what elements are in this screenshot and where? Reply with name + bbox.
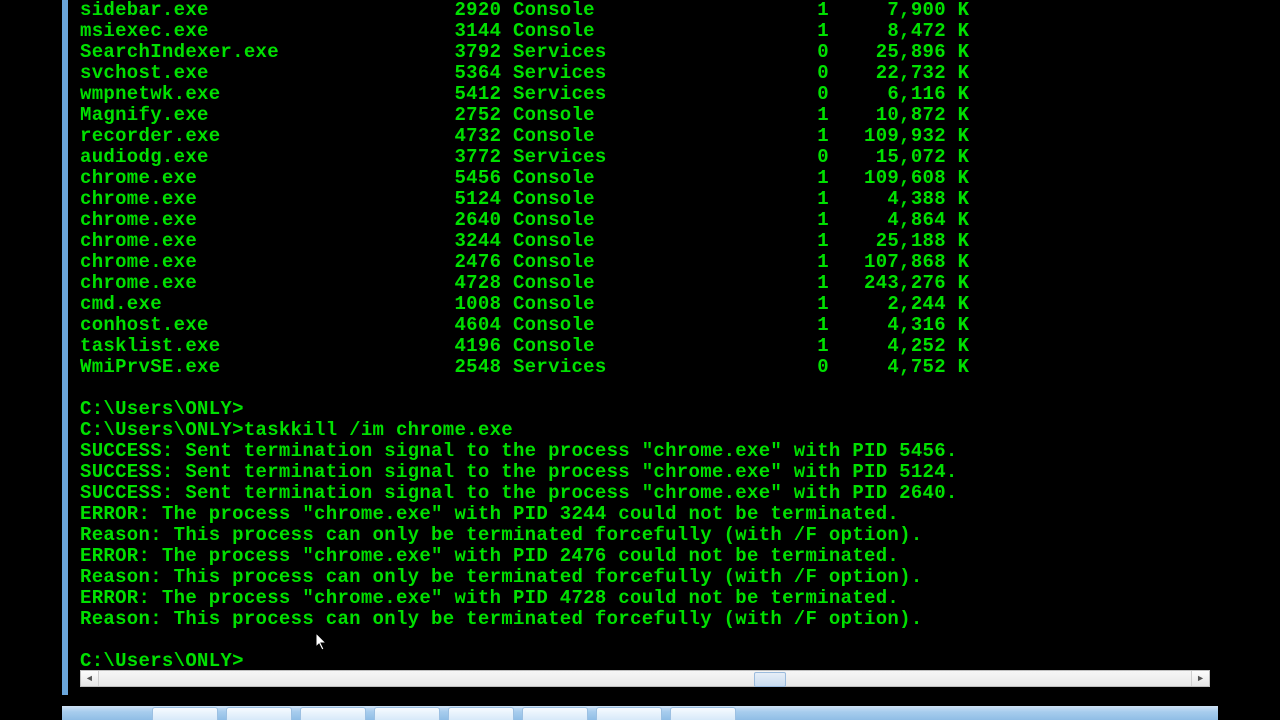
process-row: chrome.exe 5124 Console 1 4,388 K [80, 189, 1210, 210]
output-line: Reason: This process can only be termina… [80, 567, 1210, 588]
process-row: chrome.exe 4728 Console 1 243,276 K [80, 273, 1210, 294]
cmd-window: sidebar.exe 2920 Console 1 7,900 Kmsiexe… [62, 0, 1218, 695]
process-row: SearchIndexer.exe 3792 Services 0 25,896… [80, 42, 1210, 63]
taskbar-button[interactable] [522, 707, 588, 720]
output-line: ERROR: The process "chrome.exe" with PID… [80, 546, 1210, 567]
command-line: C:\Users\ONLY>taskkill /im chrome.exe [80, 420, 1210, 441]
process-row: chrome.exe 2640 Console 1 4,864 K [80, 210, 1210, 231]
prompt-line: C:\Users\ONLY> [80, 399, 1210, 420]
output-line: ERROR: The process "chrome.exe" with PID… [80, 504, 1210, 525]
process-row: tasklist.exe 4196 Console 1 4,252 K [80, 336, 1210, 357]
output-line: Reason: This process can only be termina… [80, 609, 1210, 630]
output-line: SUCCESS: Sent termination signal to the … [80, 441, 1210, 462]
output-line: ERROR: The process "chrome.exe" with PID… [80, 588, 1210, 609]
process-row: Magnify.exe 2752 Console 1 10,872 K [80, 105, 1210, 126]
scroll-track[interactable] [99, 671, 1191, 686]
taskbar[interactable] [62, 706, 1218, 720]
taskbar-button[interactable] [448, 707, 514, 720]
terminal-output[interactable]: sidebar.exe 2920 Console 1 7,900 Kmsiexe… [80, 0, 1210, 668]
taskbar-button[interactable] [374, 707, 440, 720]
scroll-left-arrow-icon[interactable]: ◄ [81, 671, 99, 686]
process-row: chrome.exe 3244 Console 1 25,188 K [80, 231, 1210, 252]
process-row: svchost.exe 5364 Services 0 22,732 K [80, 63, 1210, 84]
taskbar-button[interactable] [226, 707, 292, 720]
prompt-line[interactable]: C:\Users\ONLY> [80, 651, 1210, 668]
horizontal-scrollbar[interactable]: ◄ ► [80, 670, 1210, 687]
taskbar-button[interactable] [152, 707, 218, 720]
taskbar-button[interactable] [300, 707, 366, 720]
taskbar-button[interactable] [670, 707, 736, 720]
desktop: sidebar.exe 2920 Console 1 7,900 Kmsiexe… [0, 0, 1280, 720]
process-row: chrome.exe 2476 Console 1 107,868 K [80, 252, 1210, 273]
scroll-thumb[interactable] [754, 672, 786, 687]
output-line: Reason: This process can only be termina… [80, 525, 1210, 546]
process-row: chrome.exe 5456 Console 1 109,608 K [80, 168, 1210, 189]
process-row: wmpnetwk.exe 5412 Services 0 6,116 K [80, 84, 1210, 105]
process-row: recorder.exe 4732 Console 1 109,932 K [80, 126, 1210, 147]
output-line: SUCCESS: Sent termination signal to the … [80, 483, 1210, 504]
process-row: cmd.exe 1008 Console 1 2,244 K [80, 294, 1210, 315]
scroll-right-arrow-icon[interactable]: ► [1191, 671, 1209, 686]
process-row: audiodg.exe 3772 Services 0 15,072 K [80, 147, 1210, 168]
process-row: conhost.exe 4604 Console 1 4,316 K [80, 315, 1210, 336]
output-line: SUCCESS: Sent termination signal to the … [80, 462, 1210, 483]
process-row: sidebar.exe 2920 Console 1 7,900 K [80, 0, 1210, 21]
process-row: msiexec.exe 3144 Console 1 8,472 K [80, 21, 1210, 42]
taskbar-button[interactable] [596, 707, 662, 720]
process-row: WmiPrvSE.exe 2548 Services 0 4,752 K [80, 357, 1210, 378]
